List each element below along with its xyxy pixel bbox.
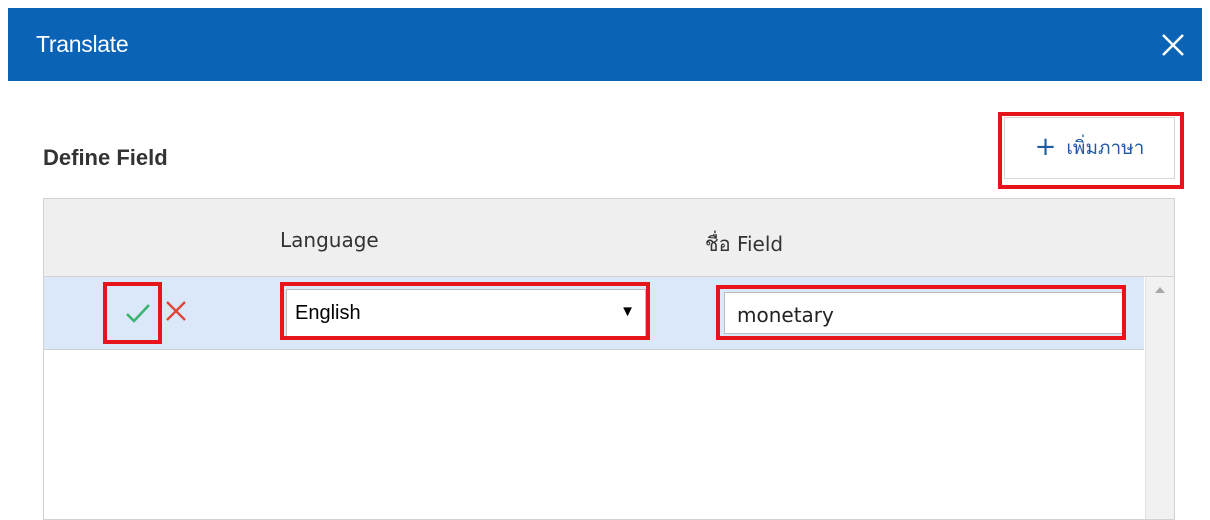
check-icon[interactable] xyxy=(124,299,152,327)
field-name-input[interactable]: monetary xyxy=(724,292,1124,334)
language-select[interactable]: English ▼ xyxy=(286,289,646,337)
add-language-button[interactable]: + เพิ่มภาษา xyxy=(1004,117,1175,179)
section-title: Define Field xyxy=(43,145,168,170)
x-icon[interactable] xyxy=(164,299,188,323)
language-select-value: English xyxy=(295,302,361,324)
dropdown-arrow-icon: ▼ xyxy=(620,303,635,320)
add-language-label: เพิ่มภาษา xyxy=(1066,137,1145,159)
table-row: English ▼ monetary xyxy=(44,277,1144,350)
dialog-titlebar: Translate xyxy=(8,8,1202,81)
language-grid: Language ชื่อ Field English ▼ monetary xyxy=(43,198,1175,520)
grid-header: Language ชื่อ Field xyxy=(44,199,1174,277)
column-header-language: Language xyxy=(280,228,379,252)
column-header-field-name: ชื่อ Field xyxy=(705,232,784,256)
close-icon[interactable] xyxy=(1158,30,1188,60)
grid-scrollbar[interactable] xyxy=(1145,277,1174,519)
scroll-up-icon[interactable] xyxy=(1155,287,1165,293)
dialog-title: Translate xyxy=(36,31,129,57)
plus-icon: + xyxy=(1034,131,1057,162)
